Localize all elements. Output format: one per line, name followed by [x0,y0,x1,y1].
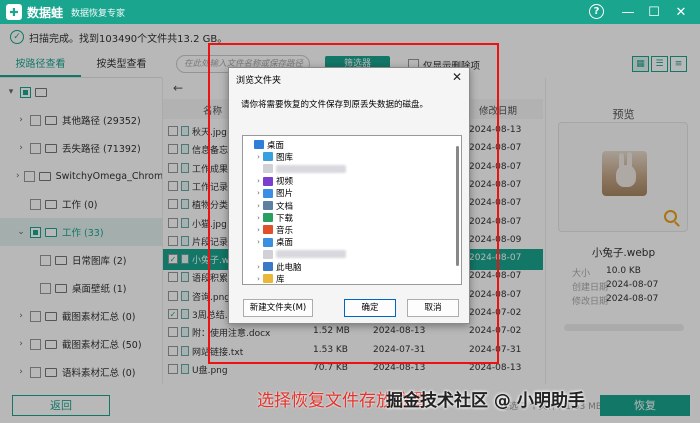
dialog-tree-item[interactable] [243,162,346,175]
dialog-tree-label: 图库 [276,152,294,163]
dialog-tree-label: 此电脑 [276,262,302,273]
dialog-tree-item[interactable]: › 图库 [243,150,293,163]
chevron-icon[interactable]: › [254,238,263,246]
dialog-message: 请你将需要恢复的文件保存到原丢失数据的磁盘。 [241,100,429,110]
dialog-tree-item[interactable]: › 库 [243,272,285,285]
dialog-tree-label: 库 [276,274,285,285]
dialog-tree-label: 视频 [276,177,294,188]
folder-icon [263,201,273,210]
dialog-tree-item[interactable]: › 文档 [243,199,293,212]
dialog-tree-label: 文档 [276,201,294,212]
chevron-icon[interactable]: › [254,177,263,185]
dialog-tree-item[interactable]: › 桌面 [243,236,293,249]
dialog-tree-label: 音乐 [276,225,294,236]
dialog-close-icon[interactable]: ✕ [452,70,462,84]
close-icon[interactable]: ✕ [672,3,690,21]
dialog-tree-label: 下载 [276,213,294,224]
redacted-label [276,250,346,259]
folder-icon [263,213,273,223]
folder-icon [263,188,273,198]
chevron-icon[interactable]: › [254,189,263,197]
chevron-icon[interactable]: › [254,202,263,210]
dialog-tree-label: 桌面 [267,140,285,151]
folder-icon [263,164,273,174]
app-subtitle: 数据恢复专家 [71,8,126,19]
dialog-tree-item[interactable]: › 下载 [243,211,293,224]
dialog-tree-item[interactable]: › 图片 [243,187,293,200]
chevron-icon[interactable]: › [254,226,263,234]
folder-icon [263,176,273,186]
watermark-text: 掘金技术社区 @ 小明助手 [386,391,585,411]
folder-icon [263,225,273,235]
maximize-icon[interactable]: ☐ [645,3,663,21]
folder-icon [254,140,264,149]
new-folder-button[interactable]: 新建文件夹(M) [243,299,313,317]
dialog-tree-item[interactable]: › 此电脑 [243,260,302,273]
dialog-folder-tree[interactable]: 桌面 › 图库 › 视频 › 图片 › 文档 › 下载 › 音乐 › 桌面 › 此电脑 › 库 [242,135,462,285]
folder-icon [263,274,273,284]
browse-folder-dialog: 浏览文件夹 ✕ 请你将需要恢复的文件保存到原丢失数据的磁盘。 桌面 › 图库 › 视频 ›… [228,67,470,324]
chevron-icon[interactable]: › [254,275,263,283]
cancel-button[interactable]: 取消 [407,299,459,317]
dialog-tree-item[interactable]: › 视频 [243,175,293,188]
dialog-tree-item[interactable]: 桌面 [243,138,284,151]
folder-icon [263,237,273,247]
dialog-tree-label: 图片 [276,189,294,200]
dialog-tree-item[interactable]: › 音乐 [243,223,293,236]
chevron-icon[interactable]: › [254,263,263,271]
dialog-title: 浏览文件夹 [236,76,282,86]
minimize-icon[interactable]: — [619,3,637,21]
folder-icon [263,262,273,271]
ok-button[interactable]: 确定 [344,299,396,317]
folder-icon [263,152,273,162]
folder-icon [263,249,273,259]
chevron-icon[interactable]: › [254,153,263,161]
dialog-scrollbar[interactable] [456,146,459,266]
frog-logo-icon: ✚ [6,4,22,20]
title-bar: ✚ 数据蛙 数据恢复专家 ? — ☐ ✕ [0,0,700,24]
chevron-icon[interactable]: › [254,214,263,222]
app-name: 数据蛙 [27,5,64,20]
help-icon[interactable]: ? [589,4,604,19]
redacted-label [276,164,346,173]
dialog-tree-label: 桌面 [276,238,294,249]
dialog-tree-item[interactable] [243,248,346,261]
